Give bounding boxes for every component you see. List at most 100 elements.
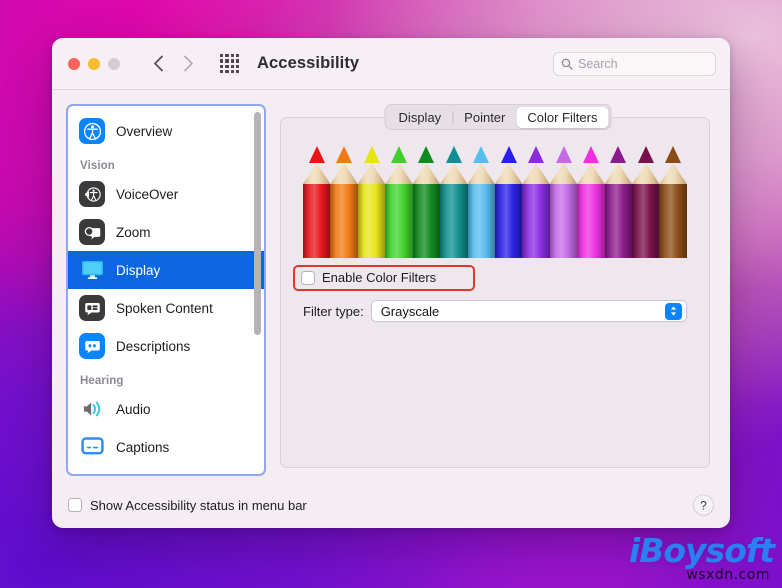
search-icon: [561, 58, 573, 70]
sidebar-item-label: Audio: [116, 401, 151, 417]
pencil-tip: [413, 146, 440, 163]
sidebar-item-display[interactable]: Display: [68, 251, 264, 289]
window-body: Overview Vision VoiceOver Zoom Display S…: [52, 90, 730, 482]
sidebar-item-captions[interactable]: Captions: [68, 428, 264, 466]
pencil-body: [467, 184, 495, 258]
pencil-body: [632, 184, 660, 258]
pencil-body: [440, 184, 468, 258]
pencil-tip: [495, 146, 522, 163]
pencil-tip: [440, 146, 467, 163]
sidebar-item-label: Descriptions: [116, 338, 191, 354]
pencil: [577, 146, 605, 258]
tab-color-filters[interactable]: Color Filters: [516, 106, 609, 128]
sidebar-item-zoom[interactable]: Zoom: [68, 213, 264, 251]
descriptions-quote-icon: [79, 333, 105, 359]
pencil-wood: [467, 163, 495, 184]
pencil-tip: [522, 146, 549, 163]
sidebar-item-label: Display: [116, 262, 161, 278]
forward-button[interactable]: [178, 54, 198, 74]
pencil-tip: [659, 146, 686, 163]
display-monitor-icon: [79, 257, 105, 283]
sidebar-item-label: Zoom: [116, 224, 151, 240]
pencil-body: [303, 184, 331, 258]
enable-color-filters-row[interactable]: Enable Color Filters: [301, 270, 436, 285]
sidebar-scrollbar[interactable]: [254, 110, 261, 470]
sidebar-section-vision: Vision: [80, 160, 115, 172]
watermark-brand: iBoysoft: [628, 531, 775, 570]
content-pane: Display Pointer Color Filters Enable Col…: [280, 104, 716, 482]
pencil-tip: [303, 146, 330, 163]
filter-type-value: Grayscale: [380, 303, 440, 319]
search-input[interactable]: [578, 56, 708, 71]
sidebar-item-label: VoiceOver: [116, 186, 179, 202]
window-footer: Show Accessibility status in menu bar ?: [52, 482, 730, 528]
enable-color-filters-label: Enable Color Filters: [322, 270, 437, 285]
pencil-body: [357, 184, 386, 258]
navigation-arrows: [148, 54, 198, 74]
pencil: [549, 146, 578, 258]
voiceover-icon: [79, 181, 105, 207]
pencil-body: [659, 184, 687, 258]
color-filters-panel: Enable Color Filters Filter type: Graysc…: [280, 117, 710, 468]
filter-type-dropdown[interactable]: Grayscale: [370, 300, 687, 322]
pencil-wood: [632, 163, 660, 184]
pencil-tip: [358, 146, 385, 163]
accessibility-person-icon: [79, 118, 105, 144]
sidebar-list: Overview Vision VoiceOver Zoom Display S…: [68, 106, 264, 474]
sidebar-item-label: Spoken Content: [116, 300, 213, 316]
captions-icon: [79, 434, 105, 460]
sidebar-item-descriptions[interactable]: Descriptions: [68, 327, 264, 365]
search-field[interactable]: [553, 51, 716, 76]
sidebar-item-audio[interactable]: Audio: [68, 390, 264, 428]
filter-type-row: Filter type: Grayscale: [303, 300, 687, 322]
pencil: [357, 146, 386, 258]
sidebar: Overview Vision VoiceOver Zoom Display S…: [66, 104, 266, 476]
minimize-window-button[interactable]: [88, 57, 100, 70]
speech-bubble-icon: [79, 295, 105, 321]
pencil: [303, 146, 331, 258]
show-status-label: Show Accessibility status in menu bar: [90, 497, 307, 513]
traffic-lights: [68, 57, 120, 70]
pencil-body: [330, 184, 358, 258]
tab-display[interactable]: Display: [388, 107, 453, 128]
sidebar-item-label: Captions: [116, 439, 170, 455]
sidebar-item-voiceover[interactable]: VoiceOver: [68, 175, 264, 213]
help-button[interactable]: ?: [693, 494, 714, 516]
pencil-wood: [522, 163, 550, 184]
pencil-wood: [357, 163, 386, 184]
pencil-wood: [330, 163, 358, 184]
pencil: [440, 146, 468, 258]
desktop-wallpaper: Accessibility Search Overview Vision Voi…: [0, 0, 782, 588]
sidebar-item-overview[interactable]: Overview: [68, 112, 264, 150]
sidebar-item-spoken-content[interactable]: Spoken Content: [68, 289, 264, 327]
enable-color-filters-checkbox[interactable]: [301, 270, 315, 285]
grid-apps-icon[interactable]: [220, 54, 239, 73]
pencil-body: [385, 184, 413, 258]
pencil-tip: [605, 146, 632, 163]
tab-pointer[interactable]: Pointer: [453, 107, 516, 128]
pencil: [522, 146, 550, 258]
sidebar-scrollbar-thumb[interactable]: [254, 112, 261, 336]
back-button[interactable]: [148, 54, 168, 74]
pencil-tip: [468, 146, 495, 163]
show-status-row[interactable]: Show Accessibility status in menu bar: [68, 498, 307, 513]
pencil: [659, 146, 687, 258]
pencil-tip: [330, 146, 357, 163]
watermark-site: wsxdn.com: [686, 567, 770, 583]
pencil-wood: [494, 163, 523, 184]
sidebar-item-label: Overview: [116, 123, 173, 139]
chevron-up-down-icon[interactable]: [665, 302, 682, 320]
pencil-wood: [549, 163, 578, 184]
maximize-window-button[interactable]: [108, 57, 120, 70]
pencil-tip: [577, 146, 604, 163]
pencil-wood: [385, 163, 413, 184]
speaker-waves-icon: [79, 396, 105, 422]
pencil-tip: [385, 146, 412, 163]
tab-bar: Display Pointer Color Filters: [384, 104, 612, 130]
pencil-wood: [604, 163, 633, 184]
show-status-checkbox[interactable]: [68, 498, 82, 512]
pencil: [494, 146, 523, 258]
close-window-button[interactable]: [68, 57, 80, 70]
pencil-tip: [550, 146, 577, 163]
watermark: iBoysoft wsxdn.com: [628, 531, 775, 583]
